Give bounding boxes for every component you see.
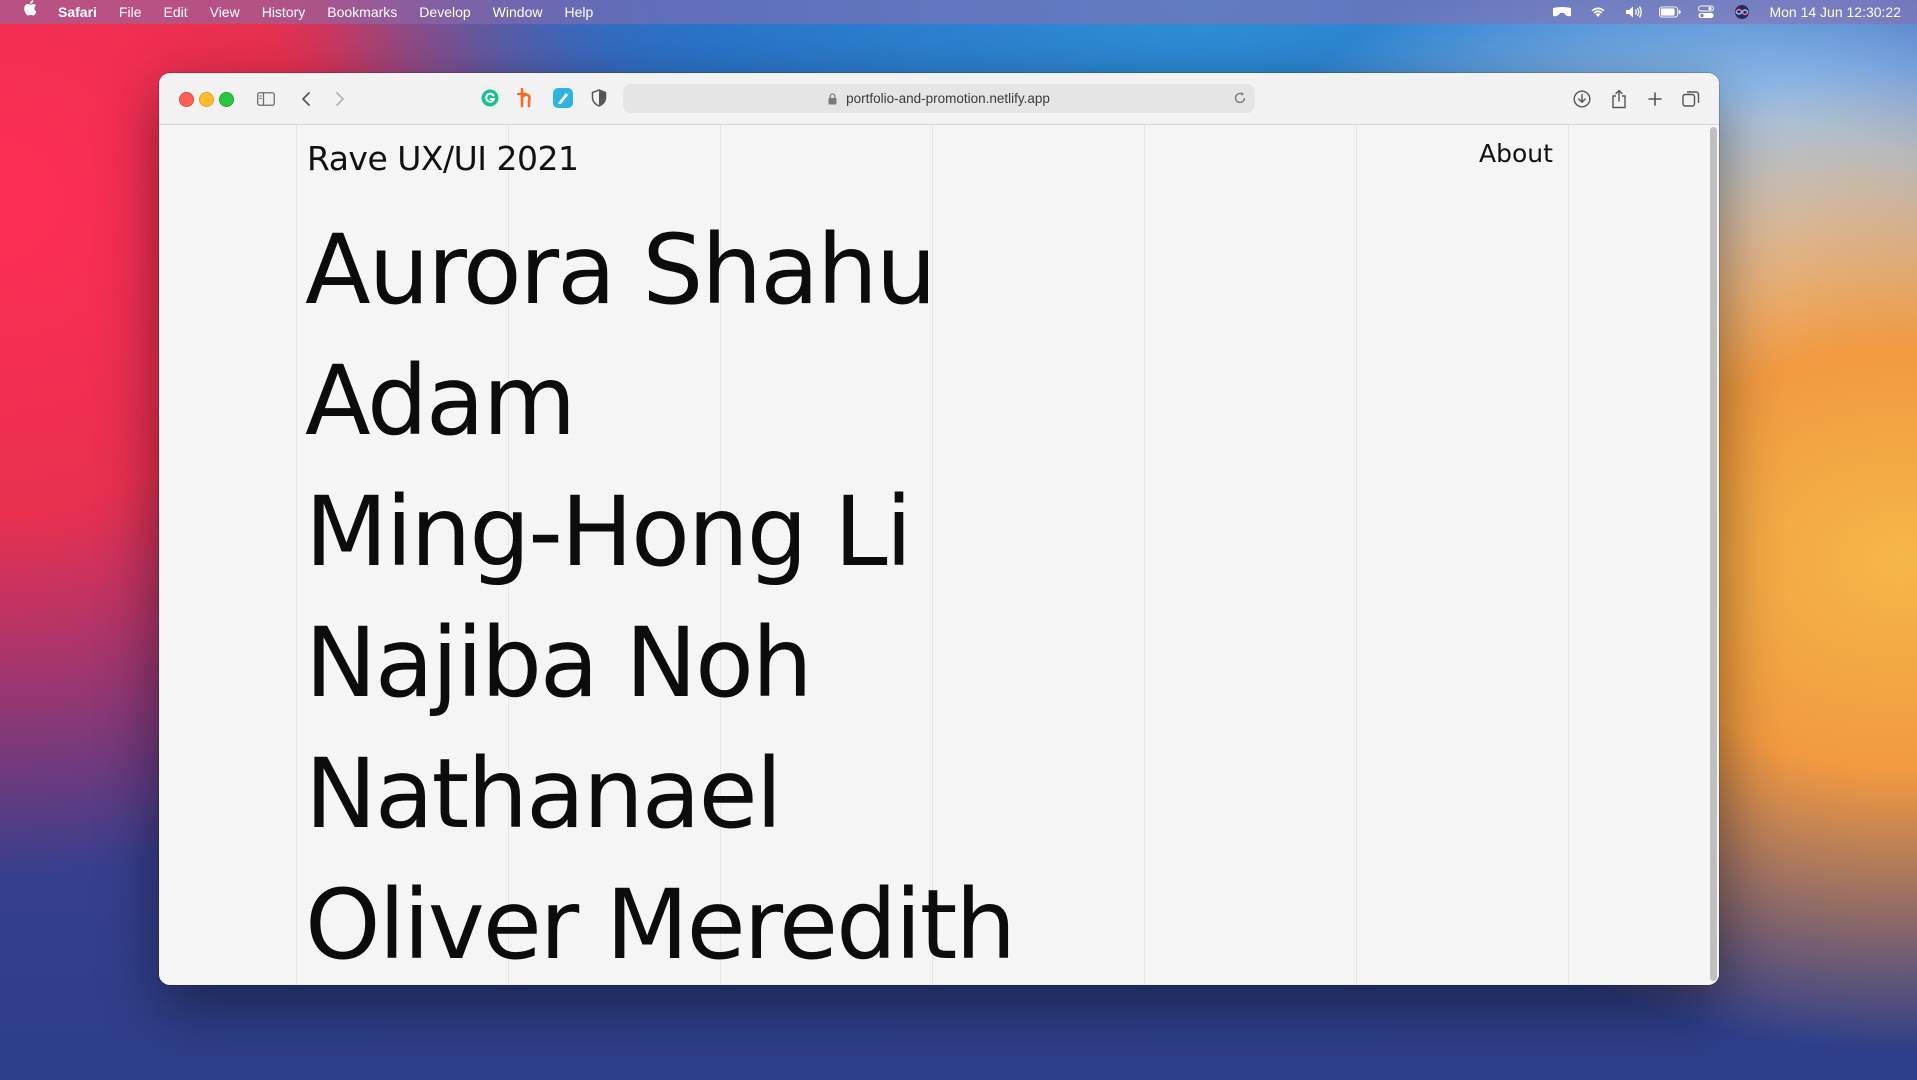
student-link-najiba-noh[interactable]: Najiba Noh [305,607,813,719]
downloads-button[interactable] [1569,86,1595,112]
menu-bar-clock[interactable]: Mon 14 Jun 12:30:22 [1769,4,1901,20]
menu-develop[interactable]: Develop [419,0,470,24]
menu-history[interactable]: History [262,0,306,24]
menu-view[interactable]: View [210,0,240,24]
siri-icon[interactable] [1731,4,1753,20]
grid-column-line [296,125,297,985]
lock-icon [828,92,838,105]
honey-extension-icon[interactable] [516,88,536,108]
wifi-icon[interactable] [1587,4,1609,20]
grammarly-extension-icon[interactable] [480,88,500,108]
chevron-right-icon [336,92,344,106]
web-page: Rave UX/UI 2021 About Aurora Shahu Adam … [159,125,1719,985]
menu-bookmarks[interactable]: Bookmarks [327,0,397,24]
tabs-overview-icon [1682,91,1700,107]
grid-column-line [1356,125,1357,985]
tab-overview-button[interactable] [1678,86,1704,112]
student-link-oliver-meredith[interactable]: Oliver Meredith [305,869,1016,981]
share-button[interactable] [1606,86,1632,112]
sidebar-toggle-button[interactable] [253,86,279,112]
close-window-button[interactable] [179,92,194,107]
notes-extension-icon[interactable] [553,88,573,108]
minimize-window-button[interactable] [199,92,214,107]
list-item: Nathanael [305,729,1014,860]
page-scrollbar[interactable] [1710,127,1717,981]
list-item: Ming-Hong Li [305,467,1014,598]
list-item: Oliver Meredith [305,860,1016,985]
apple-menu-icon[interactable] [20,0,40,24]
volume-icon[interactable] [1623,4,1645,20]
new-tab-button[interactable] [1642,86,1668,112]
forward-button[interactable] [327,86,353,112]
student-link-ming-hong-li[interactable]: Ming-Hong Li [305,476,912,588]
list-item: Aurora Shahu [305,205,1014,336]
chevron-left-icon [302,92,310,106]
download-icon [1573,90,1591,108]
battery-icon[interactable] [1659,4,1681,20]
back-button[interactable] [293,86,319,112]
address-bar[interactable]: portfolio-and-promotion.netlify.app [623,84,1255,113]
list-item: Adam [305,336,1014,467]
control-center-icon[interactable] [1695,4,1717,20]
about-link[interactable]: About [1479,139,1553,168]
bluetooth-headphones-icon[interactable] [1551,4,1573,20]
privacy-shield-icon[interactable] [589,88,609,108]
fullscreen-window-button[interactable] [219,92,234,107]
grid-column-line [1568,125,1569,985]
sidebar-icon [257,92,275,106]
browser-toolbar: portfolio-and-promotion.netlify.app [159,73,1719,125]
url-text: portfolio-and-promotion.netlify.app [846,91,1050,106]
menu-help[interactable]: Help [564,0,593,24]
share-icon [1612,89,1626,109]
menu-app-name[interactable]: Safari [58,0,97,24]
student-link-nathanael[interactable]: Nathanael [305,738,782,850]
grid-column-line [1144,125,1145,985]
list-item: Najiba Noh [305,598,1014,729]
reload-icon[interactable] [1233,91,1247,105]
site-title[interactable]: Rave UX/UI 2021 [307,139,579,178]
student-link-adam[interactable]: Adam [305,345,576,457]
browser-window: portfolio-and-promotion.netlify.app Rave… [159,73,1719,985]
student-link-aurora-shahu[interactable]: Aurora Shahu [305,214,937,326]
menu-window[interactable]: Window [493,0,543,24]
plus-icon [1648,92,1662,106]
menu-file[interactable]: File [119,0,142,24]
menu-edit[interactable]: Edit [163,0,187,24]
student-name-list: Aurora Shahu Adam Ming-Hong Li Najiba No… [305,205,1016,985]
menu-bar: Safari File Edit View History Bookmarks … [0,0,1917,24]
